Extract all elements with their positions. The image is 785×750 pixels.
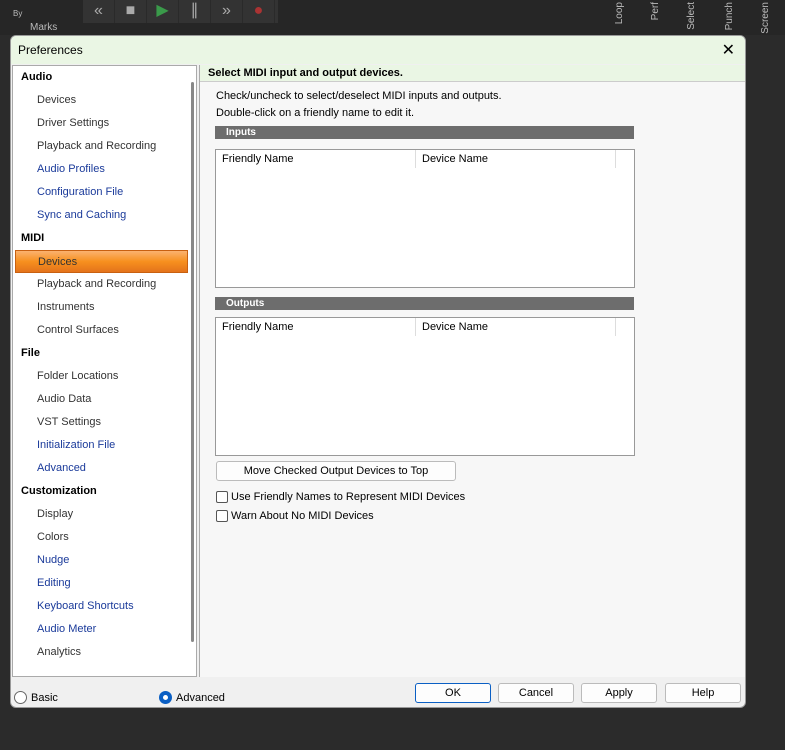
sidebar-item-instruments[interactable]: Instruments [13, 296, 196, 319]
screen-label: Screen [760, 2, 771, 34]
sidebar-item-control-surfaces[interactable]: Control Surfaces [13, 319, 196, 342]
sidebar-item-advanced[interactable]: Advanced [13, 457, 196, 480]
instruction-2: Double-click on a friendly name to edit … [216, 107, 415, 119]
transport-controls: « ■ ▶ ∥ » ● [83, 0, 278, 23]
loop-label: Loop [614, 2, 625, 25]
rewind-icon[interactable]: « [83, 0, 115, 23]
category-audio[interactable]: Audio [13, 66, 196, 89]
sidebar-item-sync-and-caching[interactable]: Sync and Caching [13, 204, 196, 227]
outputs-list[interactable]: Friendly Name Device Name [215, 317, 635, 456]
sidebar-item-keyboard-shortcuts[interactable]: Keyboard Shortcuts [13, 595, 196, 618]
sidebar-item-editing[interactable]: Editing [13, 572, 196, 595]
sidebar-item-analytics[interactable]: Analytics [13, 641, 196, 664]
col-device-name[interactable]: Device Name [416, 150, 616, 168]
close-icon[interactable]: ✕ [722, 40, 735, 60]
record-icon[interactable]: ● [243, 0, 275, 23]
radio-selected[interactable] [159, 691, 172, 704]
checkbox-label: Use Friendly Names to Represent MIDI Dev… [231, 491, 466, 503]
category-customization[interactable]: Customization [13, 480, 196, 503]
outputs-header: Outputs [215, 297, 634, 310]
sidebar-item-configuration-file[interactable]: Configuration File [13, 181, 196, 204]
checkbox-label: Warn About No MIDI Devices [231, 510, 374, 522]
sidebar-item-devices[interactable]: Devices [15, 250, 188, 273]
category-midi[interactable]: MIDI [13, 227, 196, 250]
stop-icon[interactable]: ■ [115, 0, 147, 23]
move-checked-outputs-button[interactable]: Move Checked Output Devices to Top [216, 461, 456, 481]
ok-button[interactable]: OK [415, 683, 491, 703]
checkbox[interactable] [216, 491, 228, 503]
by-label: By [13, 9, 23, 18]
sidebar-item-folder-locations[interactable]: Folder Locations [13, 365, 196, 388]
sidebar-item-initialization-file[interactable]: Initialization File [13, 434, 196, 457]
cancel-button[interactable]: Cancel [498, 683, 574, 703]
basic-radio[interactable]: Basic [14, 691, 58, 704]
checkbox[interactable] [216, 510, 228, 522]
col-friendly-name[interactable]: Friendly Name [216, 318, 416, 336]
sidebar-item-nudge[interactable]: Nudge [13, 549, 196, 572]
inputs-list[interactable]: Friendly Name Device Name [215, 149, 635, 288]
perf-label: Perf [650, 2, 661, 21]
col-device-name[interactable]: Device Name [416, 318, 616, 336]
sidebar: Audio Devices Driver Settings Playback and … [12, 65, 197, 677]
sidebar-item-audio-profiles[interactable]: Audio Profiles [13, 158, 196, 181]
radio-label: Advanced [176, 691, 225, 704]
sidebar-scrollbar[interactable] [191, 82, 194, 642]
panel-header: Select MIDI input and output devices. [200, 65, 745, 82]
host-toolbar: By Marks « ■ ▶ ∥ » ● Loop Perf Select Pu… [0, 0, 785, 35]
sidebar-item-playback-and-recording[interactable]: Playback and Recording [13, 135, 196, 158]
fast-forward-icon[interactable]: » [211, 0, 243, 23]
preferences-dialog: Preferences ✕ Audio Devices Driver Setting… [10, 35, 746, 708]
advanced-radio[interactable]: Advanced [159, 691, 225, 704]
title-bar: Preferences ✕ [11, 36, 745, 64]
main-panel: Select MIDI input and output devices. Ch… [199, 65, 745, 677]
help-button[interactable]: Help [665, 683, 741, 703]
warn-no-midi-checkbox[interactable]: Warn About No MIDI Devices [216, 510, 374, 522]
sidebar-item-display[interactable]: Display [13, 503, 196, 526]
sidebar-item-vst-settings[interactable]: VST Settings [13, 411, 196, 434]
category-file[interactable]: File [13, 342, 196, 365]
inputs-header: Inputs [215, 126, 634, 139]
col-friendly-name[interactable]: Friendly Name [216, 150, 416, 168]
instruction-1: Check/uncheck to select/deselect MIDI in… [216, 90, 502, 102]
sidebar-item-colors[interactable]: Colors [13, 526, 196, 549]
select-label: Select [686, 2, 697, 30]
radio[interactable] [14, 691, 27, 704]
sidebar-item-playback-and-recording[interactable]: Playback and Recording [13, 273, 196, 296]
pause-icon[interactable]: ∥ [179, 0, 211, 23]
sidebar-item-audio-meter[interactable]: Audio Meter [13, 618, 196, 641]
radio-label: Basic [31, 691, 58, 704]
play-icon[interactable]: ▶ [147, 0, 179, 23]
sidebar-item-audio-data[interactable]: Audio Data [13, 388, 196, 411]
sidebar-item-devices[interactable]: Devices [13, 89, 196, 112]
punch-label: Punch [724, 2, 735, 31]
friendly-names-checkbox[interactable]: Use Friendly Names to Represent MIDI Dev… [216, 491, 465, 503]
sidebar-item-driver-settings[interactable]: Driver Settings [13, 112, 196, 135]
dialog-title: Preferences [18, 43, 83, 57]
marks-label: Marks [30, 22, 58, 33]
apply-button[interactable]: Apply [581, 683, 657, 703]
